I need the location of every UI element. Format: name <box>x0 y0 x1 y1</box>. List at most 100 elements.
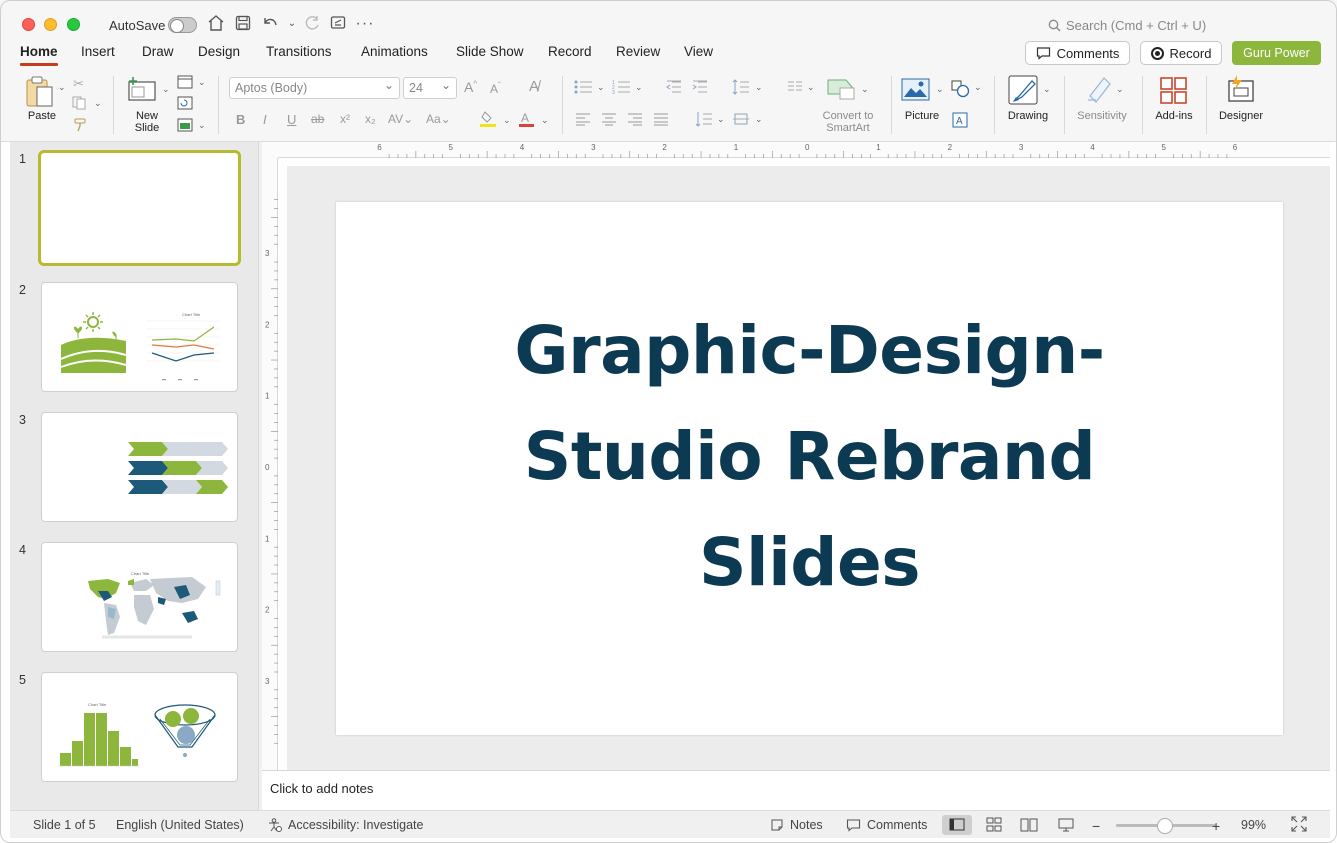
decrease-indent-icon[interactable] <box>666 80 682 97</box>
text-direction-dropdown-icon[interactable]: ⌄ <box>717 114 725 125</box>
change-case-icon[interactable]: Aa⌄ <box>426 112 451 126</box>
font-color-dropdown-icon[interactable]: ⌄ <box>541 115 549 126</box>
present-icon[interactable] <box>328 14 348 34</box>
paste-dropdown-icon[interactable]: ⌄ <box>58 82 66 93</box>
new-slide-icon[interactable] <box>127 76 159 107</box>
sensitivity-dropdown-icon[interactable]: ⌄ <box>1116 84 1124 95</box>
smartart-dropdown-icon[interactable]: ⌄ <box>861 84 869 95</box>
layout-icon[interactable] <box>177 75 193 92</box>
drawing-dropdown-icon[interactable]: ⌄ <box>1043 84 1051 95</box>
character-spacing-icon[interactable]: AV⌄ <box>388 112 413 126</box>
align-right-icon[interactable] <box>627 112 643 129</box>
highlight-dropdown-icon[interactable]: ⌄ <box>503 115 511 126</box>
fit-to-window-button[interactable] <box>1291 816 1307 835</box>
picture-icon[interactable] <box>901 77 931 106</box>
shapes-icon[interactable] <box>951 80 971 101</box>
align-text-dropdown-icon[interactable]: ⌄ <box>755 114 763 125</box>
slide-title-placeholder[interactable]: Graphic-Design- Studio Rebrand Slides <box>456 298 1163 616</box>
cut-icon[interactable]: ✂ <box>73 76 84 92</box>
comments-button[interactable]: Comments <box>1025 41 1130 65</box>
current-slide[interactable]: Graphic-Design- Studio Rebrand Slides <box>336 202 1283 735</box>
line-spacing-dropdown-icon[interactable]: ⌄ <box>755 82 763 93</box>
new-slide-dropdown-icon[interactable]: ⌄ <box>162 84 170 95</box>
thumbnail-slide-2[interactable]: 2 Chart Title <box>10 282 258 392</box>
align-center-icon[interactable] <box>601 112 617 129</box>
numbering-icon[interactable]: 123 <box>612 80 632 97</box>
columns-dropdown-icon[interactable]: ⌄ <box>807 82 815 93</box>
more-icon[interactable]: ··· <box>355 14 375 34</box>
tab-slide-show[interactable]: Slide Show <box>456 44 524 59</box>
numbering-dropdown-icon[interactable]: ⌄ <box>635 82 643 93</box>
zoom-slider-knob[interactable] <box>1157 818 1173 834</box>
thumbnail-slide-5[interactable]: 5 Chart Title <box>10 672 258 782</box>
font-color-icon[interactable]: A <box>518 110 536 131</box>
minimize-window-button[interactable] <box>44 18 57 31</box>
subscript-icon[interactable]: x₂ <box>365 112 376 126</box>
italic-icon[interactable]: I <box>263 112 267 127</box>
slide-show-button[interactable] <box>1051 815 1081 835</box>
section-dropdown-icon[interactable]: ⌄ <box>198 120 206 131</box>
format-painter-icon[interactable] <box>73 118 87 135</box>
reset-icon[interactable] <box>177 96 193 113</box>
undo-dropdown-icon[interactable]: ⌄ <box>282 14 302 34</box>
align-text-icon[interactable] <box>732 111 750 130</box>
tab-animations[interactable]: Animations <box>361 44 428 59</box>
align-left-icon[interactable] <box>575 112 591 129</box>
columns-icon[interactable] <box>787 80 803 95</box>
sensitivity-icon[interactable] <box>1086 74 1114 107</box>
tab-home[interactable]: Home <box>20 44 58 66</box>
tab-record[interactable]: Record <box>548 44 592 59</box>
increase-indent-icon[interactable] <box>692 80 708 97</box>
close-window-button[interactable] <box>22 18 35 31</box>
bullets-dropdown-icon[interactable]: ⌄ <box>597 82 605 93</box>
autosave-toggle[interactable] <box>168 17 197 33</box>
language-indicator[interactable]: English (United States) <box>116 818 244 832</box>
tab-review[interactable]: Review <box>616 44 660 59</box>
section-icon[interactable] <box>177 118 193 135</box>
text-direction-icon[interactable] <box>695 111 713 130</box>
redo-icon[interactable] <box>302 14 322 34</box>
tab-transitions[interactable]: Transitions <box>266 44 332 59</box>
paste-icon[interactable] <box>24 75 60 112</box>
bold-icon[interactable]: B <box>236 112 245 127</box>
shapes-dropdown-icon[interactable]: ⌄ <box>974 82 982 93</box>
clear-formatting-icon[interactable]: A̸ <box>529 78 539 95</box>
tab-draw[interactable]: Draw <box>142 44 174 59</box>
notes-toggle-button[interactable]: Notes <box>770 818 823 832</box>
text-box-icon[interactable]: A <box>952 112 968 131</box>
tab-design[interactable]: Design <box>198 44 240 59</box>
accessibility-status[interactable]: Accessibility: Investigate <box>268 818 423 832</box>
add-ins-icon[interactable] <box>1159 76 1189 109</box>
tab-view[interactable]: View <box>684 44 713 59</box>
bullets-icon[interactable] <box>574 80 594 97</box>
increase-font-size-icon[interactable]: A^ <box>464 79 477 95</box>
slide-sorter-button[interactable] <box>979 815 1009 835</box>
home-icon[interactable] <box>206 14 226 34</box>
notes-pane[interactable]: Click to add notes <box>262 770 1330 810</box>
guru-power-button[interactable]: Guru Power <box>1232 41 1321 65</box>
search-box[interactable]: Search (Cmd + Ctrl + U) <box>1048 18 1206 33</box>
maximize-window-button[interactable] <box>67 18 80 31</box>
copy-dropdown-icon[interactable]: ⌄ <box>94 98 102 109</box>
undo-icon[interactable] <box>260 14 280 34</box>
superscript-icon[interactable]: x² <box>340 112 350 126</box>
layout-dropdown-icon[interactable]: ⌄ <box>198 77 206 88</box>
decrease-font-size-icon[interactable]: Aˇ <box>490 81 501 96</box>
zoom-in-button[interactable]: + <box>1212 818 1220 834</box>
thumbnail-slide-4[interactable]: 4 Chart Title <box>10 542 258 652</box>
line-spacing-icon[interactable] <box>732 79 750 98</box>
normal-view-button[interactable] <box>942 815 972 835</box>
record-button[interactable]: Record <box>1140 41 1222 65</box>
justify-icon[interactable] <box>653 112 669 129</box>
copy-icon[interactable] <box>72 96 88 113</box>
highlight-icon[interactable] <box>479 110 499 131</box>
reading-view-button[interactable] <box>1014 815 1044 835</box>
designer-icon[interactable] <box>1225 74 1257 109</box>
font-name-combo[interactable]: Aptos (Body) <box>229 75 400 99</box>
zoom-level[interactable]: 99% <box>1241 818 1266 832</box>
comments-toggle-button[interactable]: Comments <box>846 818 927 832</box>
thumbnail-slide-3[interactable]: 3 <box>10 412 258 522</box>
save-icon[interactable] <box>233 14 253 34</box>
drawing-icon[interactable] <box>1008 75 1040 110</box>
strikethrough-icon[interactable]: ab <box>311 112 324 126</box>
